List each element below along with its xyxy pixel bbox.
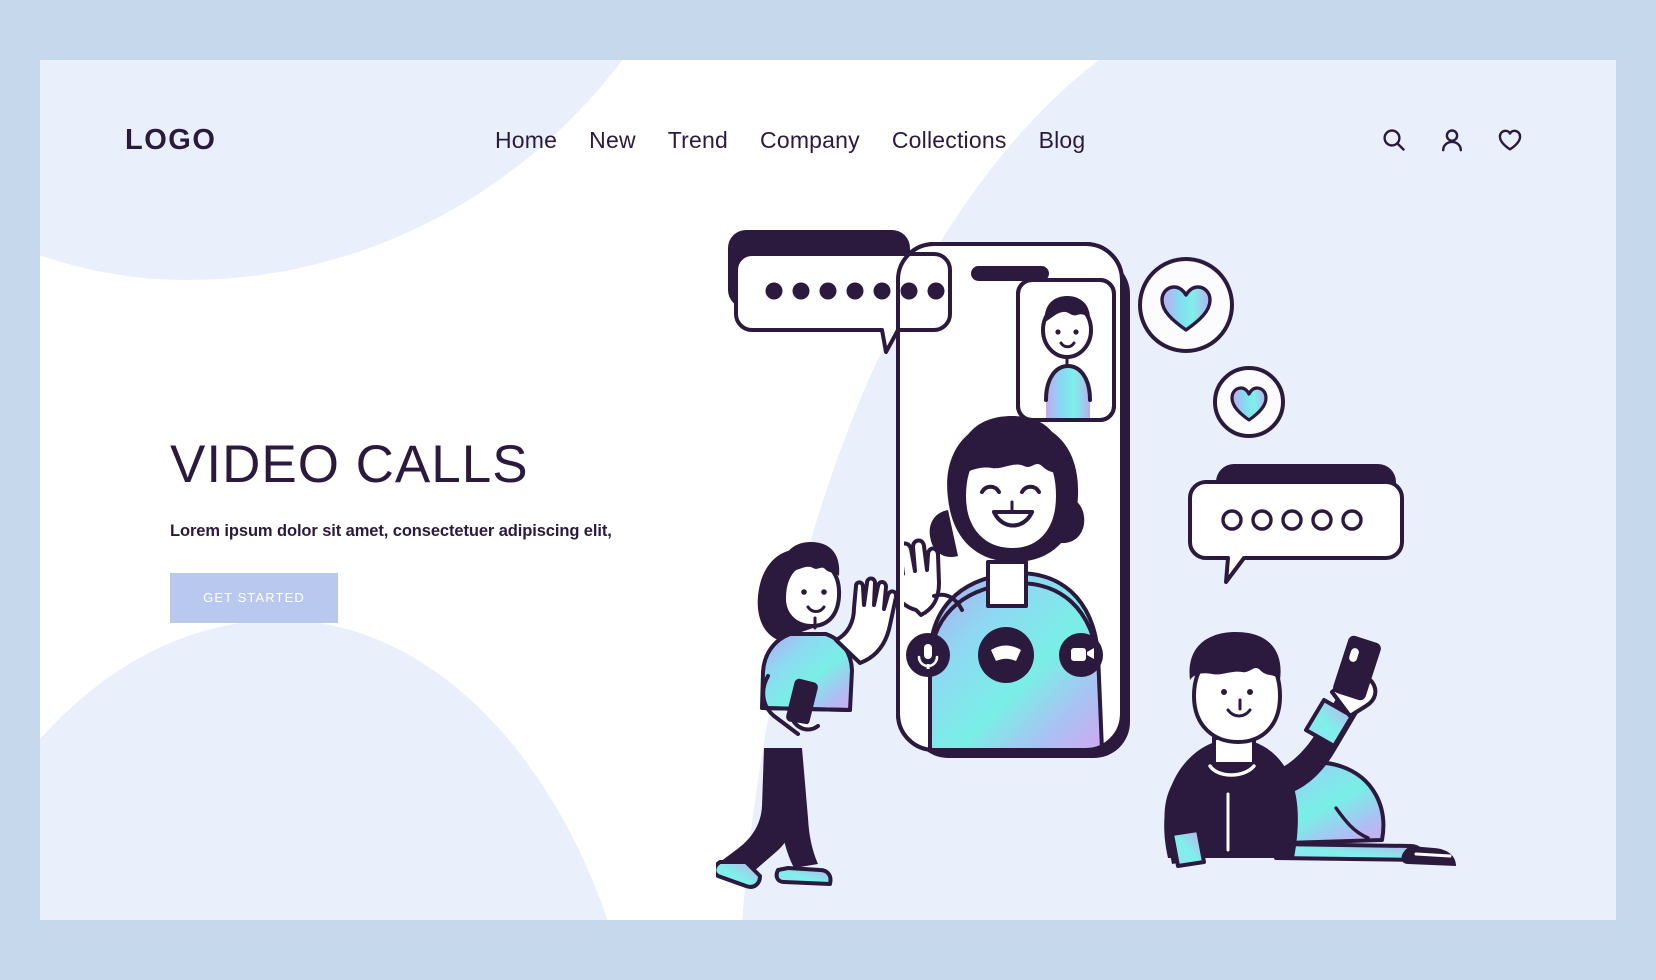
site-header: LOGO Home New Trend Company Collections … (40, 60, 1616, 220)
reaction-heart-small (1213, 366, 1285, 438)
main-navigation: Home New Trend Company Collections Blog (495, 127, 1085, 154)
reaction-heart-large (1138, 257, 1234, 353)
nav-item-home[interactable]: Home (495, 127, 557, 154)
man-sitting-with-phone (1164, 632, 1456, 868)
hero-subtitle: Lorem ipsum dolor sit amet, consectetuer… (170, 521, 612, 540)
search-icon[interactable] (1378, 124, 1410, 156)
woman-waving-with-phone (716, 542, 899, 889)
chat-bubble-right (1188, 464, 1404, 584)
video-call-illustration (716, 210, 1596, 910)
heart-icon[interactable] (1494, 124, 1526, 156)
nav-item-blog[interactable]: Blog (1039, 127, 1086, 154)
nav-item-trend[interactable]: Trend (668, 127, 728, 154)
picture-in-picture (1016, 278, 1116, 422)
user-icon[interactable] (1436, 124, 1468, 156)
call-controls (906, 627, 1103, 683)
page-canvas: LOGO Home New Trend Company Collections … (40, 60, 1616, 920)
hero-section: VIDEO CALLS Lorem ipsum dolor sit amet, … (170, 435, 730, 623)
page-title: VIDEO CALLS (170, 435, 529, 494)
logo[interactable]: LOGO (125, 124, 216, 157)
nav-item-company[interactable]: Company (760, 127, 860, 154)
background-blob-bottom-left (40, 620, 650, 920)
header-icon-group (1378, 124, 1526, 156)
nav-item-new[interactable]: New (589, 127, 636, 154)
get-started-button[interactable]: GET STARTED (170, 572, 338, 623)
nav-item-collections[interactable]: Collections (892, 127, 1007, 154)
